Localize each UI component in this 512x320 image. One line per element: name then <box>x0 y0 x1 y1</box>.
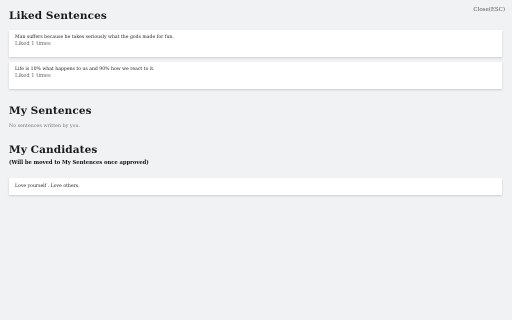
candidate-sentence-card: Love yourself . Love others. <box>9 178 502 195</box>
liked-count: Liked 1 times <box>15 73 51 79</box>
liked-count: Liked 1 times <box>15 41 51 47</box>
my-sentences-empty-note: No sentences written by you. <box>9 124 81 129</box>
my-sentences-heading: My Sentences <box>9 105 92 117</box>
my-candidates-heading: My Candidates <box>9 144 98 156</box>
page: Close(ESC) Liked Sentences Man suffers b… <box>0 0 512 320</box>
liked-sentence-card: Life is 10% what happens to us and 90% h… <box>9 62 502 89</box>
sentence-text: Love yourself . Love others. <box>15 184 80 189</box>
close-button[interactable]: Close(ESC) <box>473 7 505 13</box>
my-candidates-subtitle: (Will be moved to My Sentences once appr… <box>9 160 149 166</box>
liked-sentences-heading: Liked Sentences <box>9 10 107 22</box>
liked-sentence-card: Man suffers because he takes seriously w… <box>9 30 502 57</box>
